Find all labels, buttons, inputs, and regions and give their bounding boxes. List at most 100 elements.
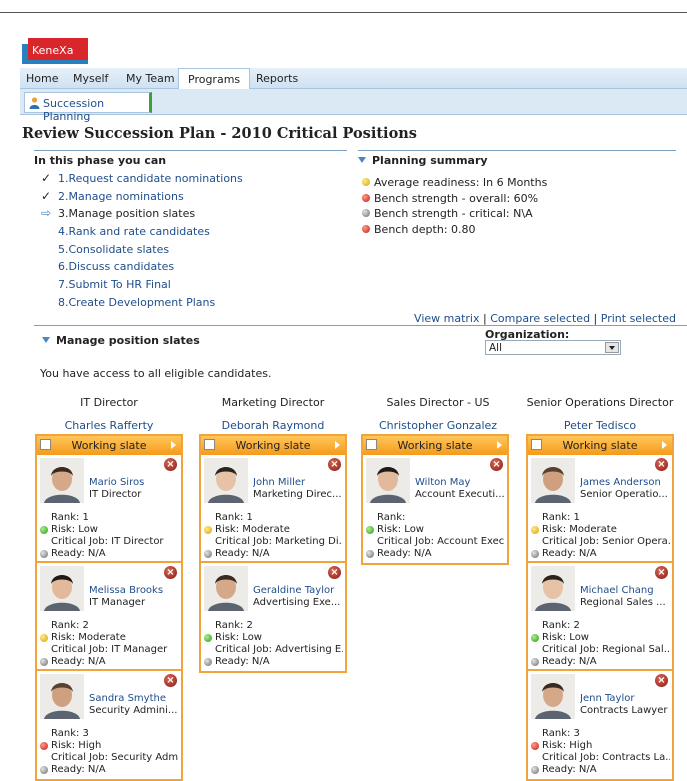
candidate-card[interactable]: × Michael Chang Regional Sales ... Rank: 2R… xyxy=(528,563,672,671)
nav-programs[interactable]: Programs xyxy=(178,68,251,90)
person-icon xyxy=(29,97,40,109)
nav-myself[interactable]: Myself xyxy=(73,72,108,85)
slate-label: Working slate xyxy=(562,439,638,452)
expand-arrow-icon[interactable] xyxy=(497,441,502,449)
nav-reports[interactable]: Reports xyxy=(256,72,298,85)
remove-candidate-icon[interactable]: × xyxy=(655,566,668,579)
phase-item-1[interactable]: ✓ 1.Request candidate nominations xyxy=(38,171,243,190)
candidate-card[interactable]: × John Miller Marketing Direc... Rank: 1 Ris… xyxy=(201,455,345,563)
summary-heading-text: Planning summary xyxy=(372,154,488,167)
candidate-card[interactable]: × Wilton May Account Executi... Rank: Risk:… xyxy=(363,455,507,563)
candidate-name[interactable]: Melissa Brooks xyxy=(89,585,181,596)
candidate-photo xyxy=(531,674,575,719)
view-matrix-link[interactable]: View matrix xyxy=(414,312,479,325)
rank-line: Rank: xyxy=(377,512,406,523)
nav-my-team[interactable]: My Team xyxy=(126,72,175,85)
incumbent-link[interactable]: Deborah Raymond xyxy=(199,419,347,432)
status-dot-icon xyxy=(362,209,370,217)
candidate-card[interactable]: × Sandra Smythe Security Admini... Rank: 3R… xyxy=(37,671,181,779)
remove-candidate-icon[interactable]: × xyxy=(164,674,177,687)
ready-line: Ready: N/A xyxy=(531,656,671,667)
candidate-name[interactable]: Jenn Taylor xyxy=(580,693,672,704)
slate-header: Working slate xyxy=(363,436,507,455)
manage-heading[interactable]: Manage position slates xyxy=(42,334,200,347)
candidate-role: Advertising Exe... xyxy=(253,597,341,608)
remove-candidate-icon[interactable]: × xyxy=(655,674,668,687)
incumbent-link[interactable]: Christopher Gonzalez xyxy=(364,419,512,432)
expand-arrow-icon[interactable] xyxy=(171,441,176,449)
compare-selected-link[interactable]: Compare selected xyxy=(490,312,590,325)
summary-item: Bench depth: 0.80 xyxy=(362,223,547,239)
phase-item-6[interactable]: 6.Discuss candidates xyxy=(38,260,243,278)
candidate-name[interactable]: Mario Siros xyxy=(89,477,181,488)
candidate-role: Account Executi... xyxy=(415,489,505,500)
phase-item-7[interactable]: 7.Submit To HR Final xyxy=(38,278,243,296)
candidate-photo xyxy=(204,458,248,503)
candidate-name[interactable]: John Miller xyxy=(253,477,345,488)
nav-home[interactable]: Home xyxy=(26,72,58,85)
print-selected-link[interactable]: Print selected xyxy=(601,312,676,325)
select-slate-checkbox[interactable] xyxy=(531,439,542,450)
candidate-photo xyxy=(366,458,410,503)
candidate-card[interactable]: × Mario Siros IT Director Rank: 1 Risk: Low C… xyxy=(37,455,181,563)
candidate-name[interactable]: Wilton May xyxy=(415,477,507,488)
candidate-name[interactable]: Geraldine Taylor xyxy=(253,585,345,596)
phase-item-4[interactable]: 4.Rank and rate candidates xyxy=(38,225,243,243)
remove-candidate-icon[interactable]: × xyxy=(328,566,341,579)
candidate-photo xyxy=(40,458,84,503)
select-slate-checkbox[interactable] xyxy=(366,439,377,450)
candidate-name[interactable]: James Anderson xyxy=(580,477,672,488)
remove-candidate-icon[interactable]: × xyxy=(164,566,177,579)
subtab-label: Succession Planning xyxy=(43,97,105,123)
critical-job-line: Critical Job: Advertising E... xyxy=(215,644,343,655)
ready-dot-icon xyxy=(531,766,539,774)
ready-line: Ready: N/A xyxy=(40,764,180,775)
rank-line: Rank: 2 xyxy=(51,620,89,631)
incumbent-link[interactable]: Charles Rafferty xyxy=(35,419,183,432)
remove-candidate-icon[interactable]: × xyxy=(655,458,668,471)
risk-dot-icon xyxy=(204,526,212,534)
position-title: Senior Operations Director xyxy=(526,396,674,409)
candidate-card[interactable]: × Jenn Taylor Contracts Lawyer Rank: 3 Risk:… xyxy=(528,671,672,779)
expand-arrow-icon[interactable] xyxy=(662,441,667,449)
phase-item-2[interactable]: ✓ 2.Manage nominations xyxy=(38,189,243,208)
select-slate-checkbox[interactable] xyxy=(204,439,215,450)
risk-line: Risk: High xyxy=(40,740,180,751)
rank-line: Rank: 2 xyxy=(215,620,253,631)
candidate-card[interactable]: × Melissa Brooks IT Manager Rank: 2 Risk: Mo… xyxy=(37,563,181,671)
phase-item-5[interactable]: 5.Consolidate slates xyxy=(38,243,243,261)
remove-candidate-icon[interactable]: × xyxy=(490,458,503,471)
phase-item-3[interactable]: ⇨ 3.Manage position slates xyxy=(38,206,243,225)
candidate-name[interactable]: Sandra Smythe xyxy=(89,693,181,704)
position-title: IT Director xyxy=(80,396,138,409)
risk-dot-icon xyxy=(531,742,539,750)
candidate-role: Senior Operatio... xyxy=(580,489,668,500)
remove-candidate-icon[interactable]: × xyxy=(164,458,177,471)
phase-item-8[interactable]: 8.Create Development Plans xyxy=(38,296,243,314)
ready-line: Ready: N/A xyxy=(40,656,180,667)
remove-candidate-icon[interactable]: × xyxy=(328,458,341,471)
candidate-photo xyxy=(40,674,84,719)
organization-select[interactable]: All xyxy=(485,340,621,355)
slate-label: Working slate xyxy=(71,439,147,452)
dropdown-arrow-icon[interactable] xyxy=(605,342,619,353)
slate-label: Working slate xyxy=(235,439,311,452)
candidate-photo xyxy=(531,458,575,503)
candidate-card[interactable]: × Geraldine Taylor Advertising Exe... Rank:… xyxy=(201,563,345,671)
candidate-name[interactable]: Michael Chang xyxy=(580,585,672,596)
summary-item: Bench strength - critical: N\A xyxy=(362,207,547,223)
ready-line: Ready: N/A xyxy=(40,548,180,559)
candidate-role: Contracts Lawyer xyxy=(580,705,668,716)
select-slate-checkbox[interactable] xyxy=(40,439,51,450)
tab-succession-planning[interactable]: Succession Planning xyxy=(24,92,152,123)
summary-heading[interactable]: Planning summary xyxy=(358,150,676,168)
working-slate: Working slate × John Miller Marketing Direc… xyxy=(199,434,347,673)
ready-dot-icon xyxy=(40,550,48,558)
incumbent-link[interactable]: Peter Tedisco xyxy=(526,419,674,432)
expand-arrow-icon[interactable] xyxy=(335,441,340,449)
candidate-card[interactable]: × James Anderson Senior Operatio... Rank: 1… xyxy=(528,455,672,563)
phase-list: ✓ 1.Request candidate nominations ✓ 2.Mana… xyxy=(38,171,243,314)
main-nav: Home Myself My Team Programs Reports xyxy=(20,68,687,90)
check-icon: ✓ xyxy=(40,171,52,185)
risk-line: Risk: Moderate xyxy=(204,524,344,535)
